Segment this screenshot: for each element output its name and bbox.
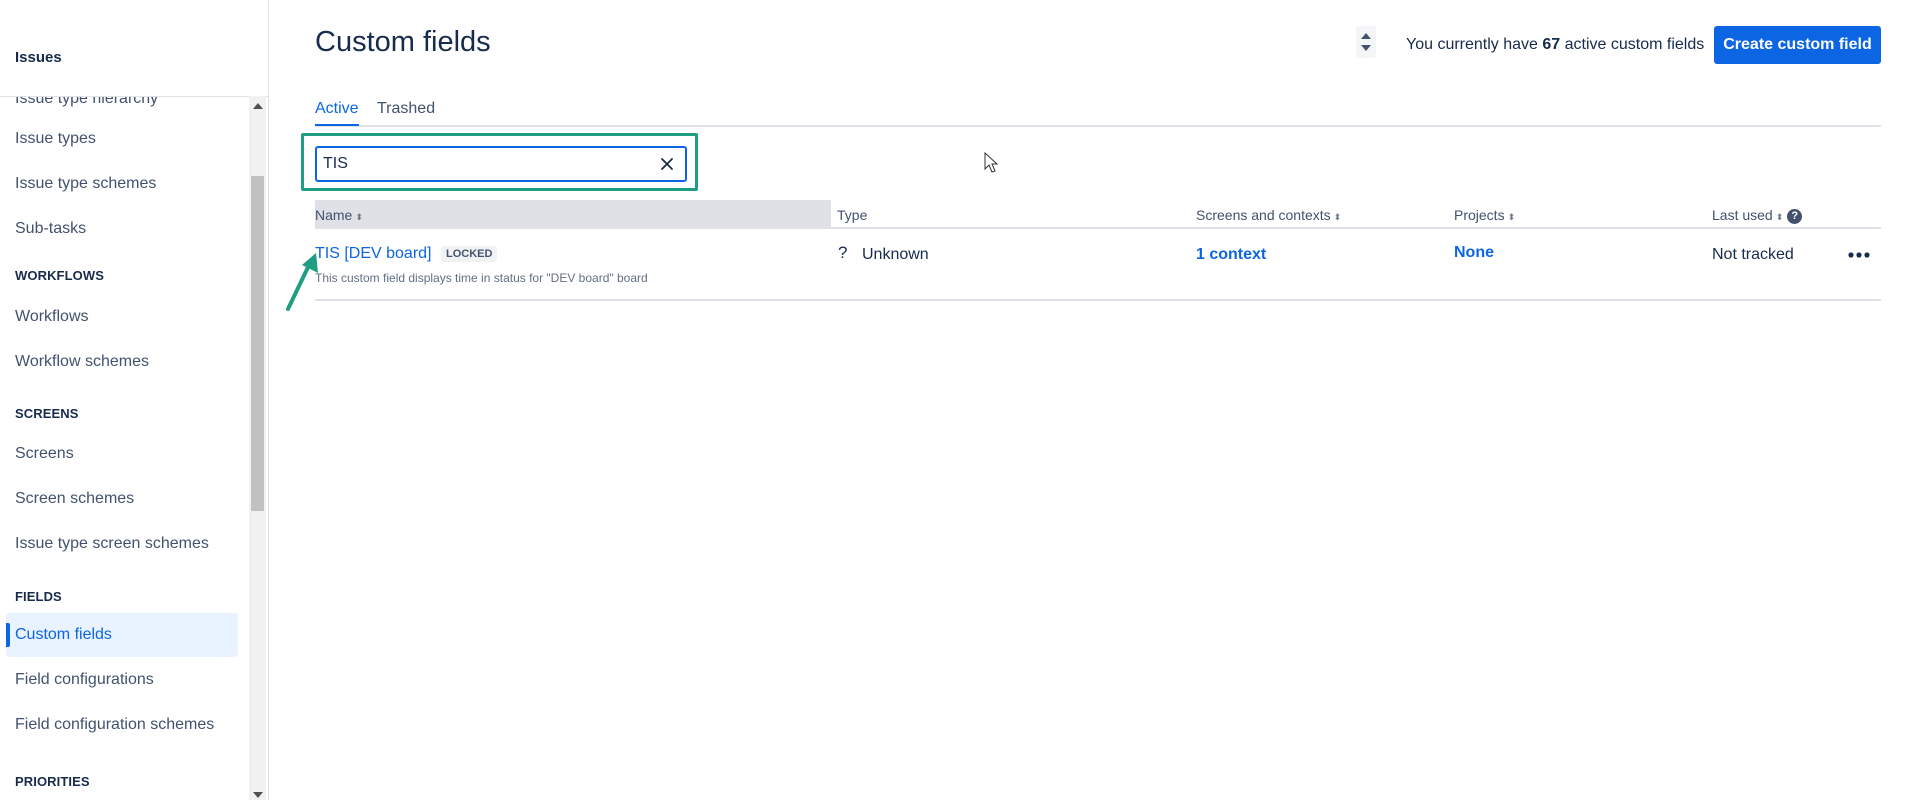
sidebar-item-label: Issue type hierarchy — [15, 96, 159, 107]
sidebar-item-label: Custom fields — [15, 626, 112, 643]
annotation-arrow-icon — [286, 253, 318, 311]
help-icon[interactable]: ? — [1787, 209, 1803, 224]
mouse-cursor-icon — [984, 152, 999, 173]
field-description: This custom field displays time in statu… — [315, 271, 648, 285]
sidebar-group-screens: SCREENS — [15, 406, 79, 421]
active-count-text: You currently have 67 active custom fiel… — [1406, 36, 1704, 54]
column-header-screens-contexts[interactable]: Screens and contexts ⬍ — [1196, 207, 1341, 223]
sidebar-group-priorities: PRIORITIES — [15, 774, 90, 789]
field-type: Unknown — [862, 246, 929, 263]
sidebar-item-label: Workflows — [15, 308, 89, 325]
scroll-down-arrow-icon[interactable] — [253, 792, 263, 798]
sidebar-item-label: Field configuration schemes — [15, 716, 215, 733]
tab-active[interactable]: Active — [315, 100, 359, 126]
sidebar-item-label: Issue type screen schemes — [15, 535, 209, 552]
stepper-up-icon[interactable] — [1361, 33, 1371, 39]
column-header-label: Last used — [1712, 207, 1773, 223]
search-field[interactable] — [315, 146, 687, 182]
main-content: Custom fields You currently have 67 acti… — [270, 0, 1916, 800]
sidebar-item-field-configurations[interactable]: Field configurations — [6, 658, 238, 702]
tab-bar: Active Trashed — [315, 97, 1881, 127]
sidebar-item-screen-schemes[interactable]: Screen schemes — [6, 477, 238, 521]
clear-search-icon[interactable] — [657, 154, 677, 174]
sort-icon: ⬍ — [1333, 212, 1342, 222]
count-suffix: active custom fields — [1564, 36, 1705, 53]
scrollbar-thumb[interactable] — [251, 176, 264, 511]
sidebar-item-label: Screen schemes — [15, 490, 135, 507]
sidebar-group-fields: FIELDS — [15, 589, 62, 604]
table-header-row: Name ⬍ Type Screens and contexts ⬍ Project… — [315, 200, 1881, 229]
sidebar-item-label: Field configurations — [15, 671, 154, 688]
sidebar-item-label: Sub-tasks — [15, 220, 87, 237]
sidebar-item-workflows[interactable]: Workflows — [6, 295, 238, 339]
scroll-up-arrow-icon[interactable] — [253, 103, 263, 109]
column-header-last-used[interactable]: Last used ⬍? — [1712, 207, 1803, 224]
column-header-name[interactable]: Name ⬍ — [315, 207, 363, 223]
sidebar-item-issue-type-screen-schemes[interactable]: Issue type screen schemes — [6, 522, 238, 566]
app-root: Issues Issue type hierarchy Issue types … — [0, 0, 1916, 800]
column-header-label: Screens and contexts — [1196, 207, 1331, 223]
page-title: Custom fields — [315, 26, 491, 58]
column-header-label: Name — [315, 207, 353, 223]
tab-trashed[interactable]: Trashed — [377, 100, 435, 124]
contexts-link[interactable]: 1 context — [1196, 246, 1266, 264]
column-header-projects[interactable]: Projects ⬍ — [1454, 207, 1515, 223]
count-value: 67 — [1542, 36, 1561, 53]
type-cell: ? Unknown — [828, 229, 1128, 289]
sidebar-item-label: Workflow schemes — [15, 353, 149, 370]
sidebar-item-label: Screens — [15, 445, 74, 462]
sidebar-item-label: Issue type schemes — [15, 175, 157, 192]
sidebar-item-sub-tasks[interactable]: Sub-tasks — [6, 207, 238, 251]
sidebar-item-screens[interactable]: Screens — [6, 432, 238, 476]
stepper-down-icon[interactable] — [1361, 45, 1371, 51]
sidebar-item-label: Issue types — [15, 130, 96, 147]
name-column-header-bg — [315, 200, 831, 227]
table-row: TIS [DEV board] LOCKED This custom field… — [315, 229, 1881, 301]
sidebar-item-custom-fields[interactable]: Custom fields — [6, 613, 238, 657]
sidebar-group-workflows: WORKFLOWS — [15, 268, 104, 283]
column-header-label: Projects — [1454, 207, 1505, 223]
more-actions-icon[interactable] — [1843, 243, 1875, 267]
sidebar-item-field-configuration-schemes[interactable]: Field configuration schemes — [6, 703, 238, 747]
sort-icon: ⬍ — [1775, 212, 1784, 222]
sidebar-item-issue-types[interactable]: Issue types — [6, 117, 238, 161]
last-used-value: Not tracked — [1712, 246, 1794, 263]
sidebar-item-issue-type-schemes[interactable]: Issue type schemes — [6, 162, 238, 206]
locked-badge: LOCKED — [441, 246, 498, 262]
column-header-label: Type — [837, 207, 868, 223]
sort-icon: ⬍ — [1507, 212, 1516, 222]
stepper-control[interactable] — [1356, 26, 1376, 58]
projects-link[interactable]: None — [1454, 244, 1494, 262]
sidebar-item-workflow-schemes[interactable]: Workflow schemes — [6, 340, 238, 384]
sidebar-scroll-area[interactable]: Issue type hierarchy Issue types Issue t… — [0, 96, 268, 800]
sidebar-section-title: Issues — [15, 49, 62, 66]
field-name-link[interactable]: TIS [DEV board] — [315, 245, 432, 263]
sidebar-scrollbar[interactable] — [249, 96, 266, 800]
column-header-type: Type — [837, 207, 867, 223]
create-custom-field-button[interactable]: Create custom field — [1714, 26, 1881, 64]
sort-icon: ⬍ — [355, 212, 363, 222]
count-prefix: You currently have — [1406, 36, 1538, 53]
search-input[interactable] — [323, 154, 643, 174]
question-mark-icon: ? — [838, 243, 848, 262]
sidebar: Issues Issue type hierarchy Issue types … — [0, 0, 269, 800]
